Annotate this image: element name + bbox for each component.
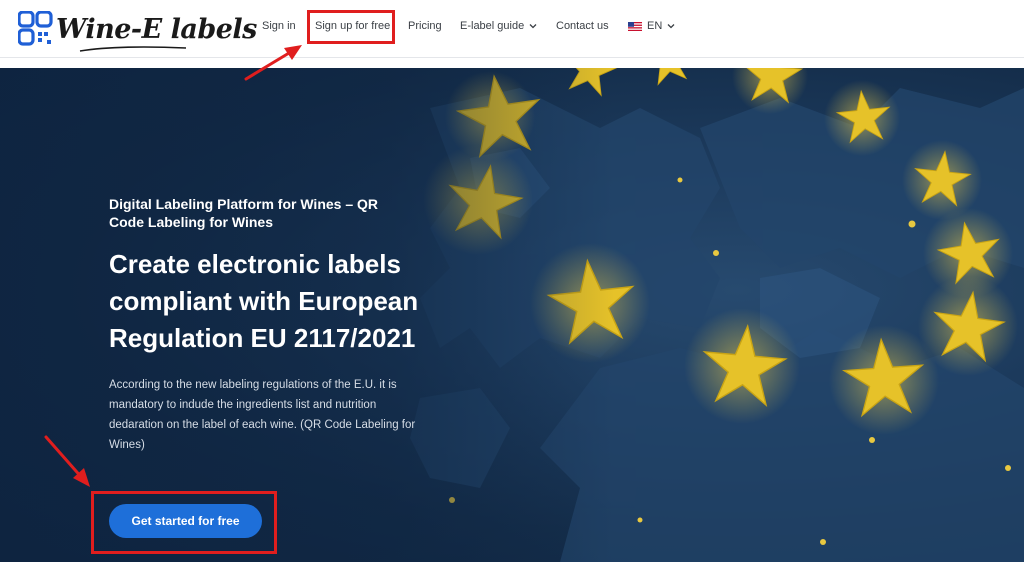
logo-wordmark: Wine-E labels	[56, 13, 257, 52]
hero-section: Digital Labeling Platform for Wines – QR…	[0, 68, 1024, 562]
annotation-box-signup	[307, 10, 395, 44]
nav-contact[interactable]: Contact us	[556, 20, 609, 32]
hero-eyebrow: Digital Labeling Platform for Wines – QR…	[109, 196, 379, 230]
hero-description: According to the new labeling regulation…	[109, 379, 416, 451]
hero-headline: Create electronic labels compliant with …	[109, 249, 419, 353]
nav-elabel-guide[interactable]: E-label guide	[460, 20, 537, 32]
nav-pricing[interactable]: Pricing	[408, 20, 442, 32]
language-label: EN	[647, 20, 663, 32]
nav-language-selector[interactable]: EN	[628, 20, 675, 32]
nav-sign-in[interactable]: Sign in	[262, 20, 296, 32]
annotation-box-cta	[91, 491, 277, 554]
logo-text: Wine-E labels	[56, 13, 257, 45]
site-logo[interactable]: Wine-E labels	[18, 9, 257, 52]
chevron-down-icon	[667, 24, 675, 29]
site-header: Wine-E labels Sign in Sign up for free P…	[0, 0, 1024, 58]
us-flag-icon	[628, 21, 642, 31]
qr-logo-icon	[18, 11, 53, 46]
logo-swash-decoration	[79, 45, 187, 52]
nav-elabel-guide-label: E-label guide	[460, 20, 525, 32]
chevron-down-icon	[529, 24, 537, 29]
